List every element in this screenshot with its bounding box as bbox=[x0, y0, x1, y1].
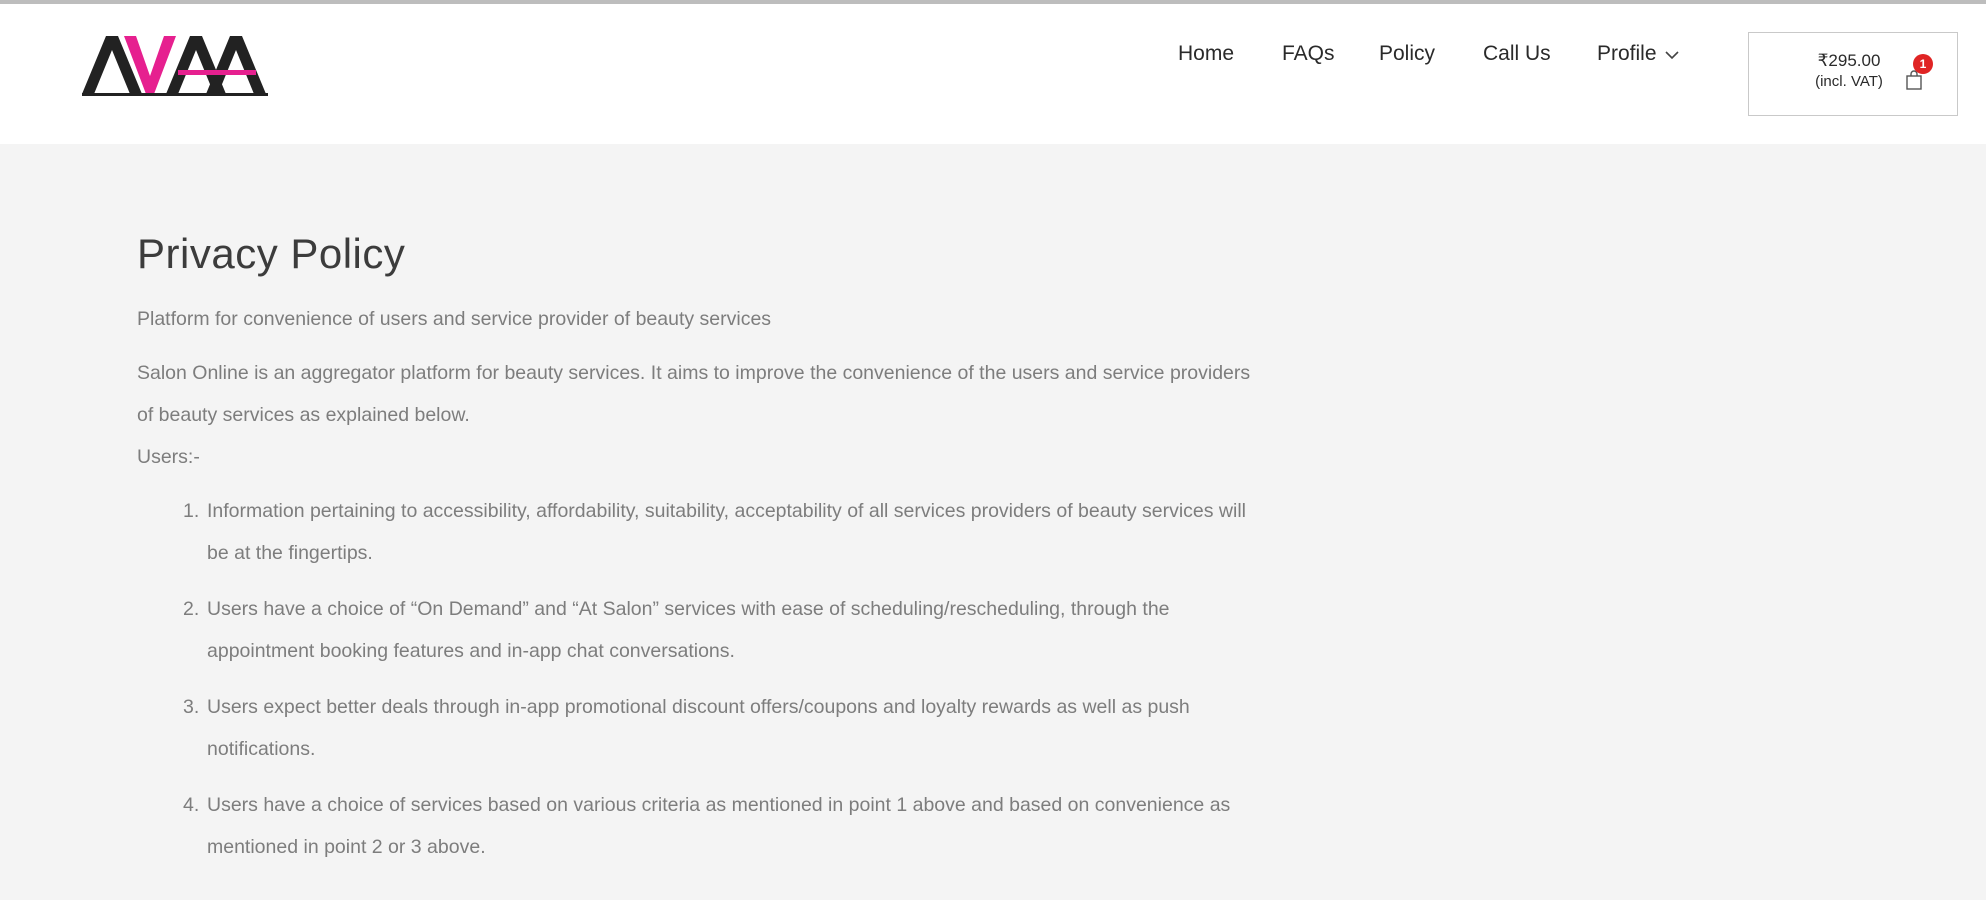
nav-profile[interactable]: Profile bbox=[1597, 42, 1679, 66]
avaa-logo-icon bbox=[82, 36, 268, 96]
policy-content: Privacy Policy Platform for convenience … bbox=[137, 228, 1257, 882]
list-item-text: Users expect better deals through in-app… bbox=[207, 696, 1190, 760]
list-item: 2. Users have a choice of “On Demand” an… bbox=[183, 588, 1257, 672]
intro-paragraph: Salon Online is an aggregator platform f… bbox=[137, 362, 1251, 426]
nav-home[interactable]: Home bbox=[1178, 42, 1234, 66]
cart-button[interactable]: ₹295.00 (incl. VAT) 1 bbox=[1748, 32, 1958, 116]
list-item-number: 1. bbox=[183, 500, 200, 522]
nav-policy[interactable]: Policy bbox=[1379, 42, 1435, 66]
list-item: 3. Users expect better deals through in-… bbox=[183, 686, 1257, 770]
list-item-text: Users have a choice of “On Demand” and “… bbox=[207, 598, 1170, 662]
list-item-text: Users have a choice of services based on… bbox=[207, 794, 1231, 858]
site-header: Home FAQs Policy Call Us Profile ₹295.00… bbox=[0, 4, 1986, 144]
cart-count-badge: 1 bbox=[1913, 54, 1933, 74]
list-item-number: 2. bbox=[183, 598, 200, 620]
nav-profile-label: Profile bbox=[1597, 42, 1657, 65]
list-item-number: 4. bbox=[183, 794, 200, 816]
cart-vat-label: (incl. VAT) bbox=[1815, 73, 1883, 90]
list-item-number: 3. bbox=[183, 696, 200, 718]
brand-logo[interactable] bbox=[80, 32, 270, 98]
page-subtitle: Platform for convenience of users and se… bbox=[137, 308, 772, 330]
list-item: 1. Information pertaining to accessibili… bbox=[183, 490, 1257, 574]
nav-faqs[interactable]: FAQs bbox=[1282, 42, 1335, 66]
users-heading: Users:- bbox=[137, 446, 200, 468]
list-item: 4. Users have a choice of services based… bbox=[183, 784, 1257, 868]
page-title: Privacy Policy bbox=[137, 230, 406, 277]
list-item-text: Information pertaining to accessibility,… bbox=[207, 500, 1247, 564]
cart-amount: ₹295.00 bbox=[1817, 51, 1881, 70]
chevron-down-icon bbox=[1664, 42, 1679, 66]
nav-call-us[interactable]: Call Us bbox=[1483, 42, 1551, 66]
users-points-list: 1. Information pertaining to accessibili… bbox=[137, 490, 1257, 868]
